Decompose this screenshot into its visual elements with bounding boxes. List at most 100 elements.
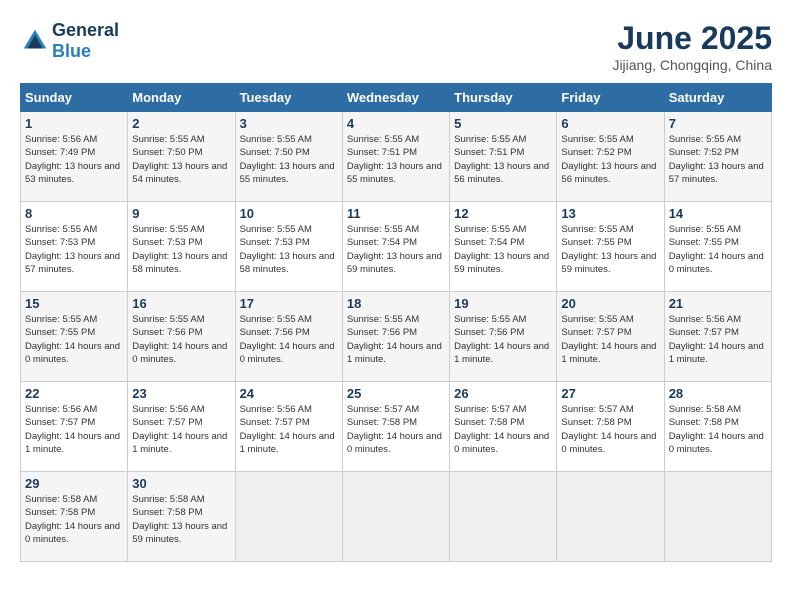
calendar-cell: 8 Sunrise: 5:55 AM Sunset: 7:53 PM Dayli… bbox=[21, 202, 128, 292]
day-info: Sunrise: 5:55 AM Sunset: 7:56 PM Dayligh… bbox=[132, 313, 230, 366]
day-number: 2 bbox=[132, 116, 230, 131]
month-title: June 2025 bbox=[612, 20, 772, 57]
day-number: 30 bbox=[132, 476, 230, 491]
day-number: 18 bbox=[347, 296, 445, 311]
day-info: Sunrise: 5:56 AM Sunset: 7:57 PM Dayligh… bbox=[669, 313, 767, 366]
day-info: Sunrise: 5:55 AM Sunset: 7:56 PM Dayligh… bbox=[240, 313, 338, 366]
day-number: 8 bbox=[25, 206, 123, 221]
day-number: 7 bbox=[669, 116, 767, 131]
logo-icon bbox=[20, 26, 50, 56]
header-sunday: Sunday bbox=[21, 84, 128, 112]
calendar-cell: 25 Sunrise: 5:57 AM Sunset: 7:58 PM Dayl… bbox=[342, 382, 449, 472]
calendar-cell bbox=[235, 472, 342, 562]
logo-general-text: General bbox=[52, 20, 119, 40]
day-number: 12 bbox=[454, 206, 552, 221]
calendar-cell: 19 Sunrise: 5:55 AM Sunset: 7:56 PM Dayl… bbox=[450, 292, 557, 382]
header-monday: Monday bbox=[128, 84, 235, 112]
calendar-body: 1 Sunrise: 5:56 AM Sunset: 7:49 PM Dayli… bbox=[21, 112, 772, 562]
calendar-cell: 20 Sunrise: 5:55 AM Sunset: 7:57 PM Dayl… bbox=[557, 292, 664, 382]
calendar-cell: 9 Sunrise: 5:55 AM Sunset: 7:53 PM Dayli… bbox=[128, 202, 235, 292]
day-info: Sunrise: 5:55 AM Sunset: 7:53 PM Dayligh… bbox=[132, 223, 230, 276]
calendar-cell: 30 Sunrise: 5:58 AM Sunset: 7:58 PM Dayl… bbox=[128, 472, 235, 562]
day-number: 13 bbox=[561, 206, 659, 221]
day-info: Sunrise: 5:58 AM Sunset: 7:58 PM Dayligh… bbox=[132, 493, 230, 546]
day-info: Sunrise: 5:57 AM Sunset: 7:58 PM Dayligh… bbox=[561, 403, 659, 456]
day-number: 15 bbox=[25, 296, 123, 311]
day-info: Sunrise: 5:55 AM Sunset: 7:50 PM Dayligh… bbox=[132, 133, 230, 186]
header-wednesday: Wednesday bbox=[342, 84, 449, 112]
day-number: 28 bbox=[669, 386, 767, 401]
calendar-cell: 14 Sunrise: 5:55 AM Sunset: 7:55 PM Dayl… bbox=[664, 202, 771, 292]
day-info: Sunrise: 5:58 AM Sunset: 7:58 PM Dayligh… bbox=[669, 403, 767, 456]
day-number: 20 bbox=[561, 296, 659, 311]
calendar-cell: 13 Sunrise: 5:55 AM Sunset: 7:55 PM Dayl… bbox=[557, 202, 664, 292]
calendar-cell: 26 Sunrise: 5:57 AM Sunset: 7:58 PM Dayl… bbox=[450, 382, 557, 472]
calendar-week-row: 29 Sunrise: 5:58 AM Sunset: 7:58 PM Dayl… bbox=[21, 472, 772, 562]
calendar-cell: 12 Sunrise: 5:55 AM Sunset: 7:54 PM Dayl… bbox=[450, 202, 557, 292]
location-title: Jijiang, Chongqing, China bbox=[612, 57, 772, 73]
day-number: 6 bbox=[561, 116, 659, 131]
day-number: 16 bbox=[132, 296, 230, 311]
day-info: Sunrise: 5:55 AM Sunset: 7:51 PM Dayligh… bbox=[347, 133, 445, 186]
calendar-cell: 3 Sunrise: 5:55 AM Sunset: 7:50 PM Dayli… bbox=[235, 112, 342, 202]
calendar-cell: 4 Sunrise: 5:55 AM Sunset: 7:51 PM Dayli… bbox=[342, 112, 449, 202]
day-info: Sunrise: 5:56 AM Sunset: 7:57 PM Dayligh… bbox=[132, 403, 230, 456]
day-info: Sunrise: 5:55 AM Sunset: 7:52 PM Dayligh… bbox=[561, 133, 659, 186]
header-saturday: Saturday bbox=[664, 84, 771, 112]
day-info: Sunrise: 5:55 AM Sunset: 7:51 PM Dayligh… bbox=[454, 133, 552, 186]
calendar-cell: 7 Sunrise: 5:55 AM Sunset: 7:52 PM Dayli… bbox=[664, 112, 771, 202]
day-info: Sunrise: 5:55 AM Sunset: 7:52 PM Dayligh… bbox=[669, 133, 767, 186]
day-info: Sunrise: 5:55 AM Sunset: 7:57 PM Dayligh… bbox=[561, 313, 659, 366]
title-area: June 2025 Jijiang, Chongqing, China bbox=[612, 20, 772, 73]
calendar-cell: 16 Sunrise: 5:55 AM Sunset: 7:56 PM Dayl… bbox=[128, 292, 235, 382]
day-number: 26 bbox=[454, 386, 552, 401]
day-info: Sunrise: 5:57 AM Sunset: 7:58 PM Dayligh… bbox=[454, 403, 552, 456]
day-number: 29 bbox=[25, 476, 123, 491]
calendar-week-row: 8 Sunrise: 5:55 AM Sunset: 7:53 PM Dayli… bbox=[21, 202, 772, 292]
day-info: Sunrise: 5:55 AM Sunset: 7:54 PM Dayligh… bbox=[454, 223, 552, 276]
day-number: 5 bbox=[454, 116, 552, 131]
header-friday: Friday bbox=[557, 84, 664, 112]
day-info: Sunrise: 5:58 AM Sunset: 7:58 PM Dayligh… bbox=[25, 493, 123, 546]
calendar-cell: 18 Sunrise: 5:55 AM Sunset: 7:56 PM Dayl… bbox=[342, 292, 449, 382]
day-number: 23 bbox=[132, 386, 230, 401]
calendar-table: Sunday Monday Tuesday Wednesday Thursday… bbox=[20, 83, 772, 562]
header-thursday: Thursday bbox=[450, 84, 557, 112]
calendar-cell bbox=[557, 472, 664, 562]
calendar-week-row: 22 Sunrise: 5:56 AM Sunset: 7:57 PM Dayl… bbox=[21, 382, 772, 472]
calendar-cell bbox=[342, 472, 449, 562]
day-info: Sunrise: 5:55 AM Sunset: 7:55 PM Dayligh… bbox=[669, 223, 767, 276]
calendar-cell: 28 Sunrise: 5:58 AM Sunset: 7:58 PM Dayl… bbox=[664, 382, 771, 472]
calendar-week-row: 1 Sunrise: 5:56 AM Sunset: 7:49 PM Dayli… bbox=[21, 112, 772, 202]
calendar-cell bbox=[450, 472, 557, 562]
day-number: 17 bbox=[240, 296, 338, 311]
day-info: Sunrise: 5:55 AM Sunset: 7:55 PM Dayligh… bbox=[25, 313, 123, 366]
day-info: Sunrise: 5:55 AM Sunset: 7:55 PM Dayligh… bbox=[561, 223, 659, 276]
calendar-week-row: 15 Sunrise: 5:55 AM Sunset: 7:55 PM Dayl… bbox=[21, 292, 772, 382]
calendar-cell: 17 Sunrise: 5:55 AM Sunset: 7:56 PM Dayl… bbox=[235, 292, 342, 382]
day-number: 25 bbox=[347, 386, 445, 401]
weekday-header-row: Sunday Monday Tuesday Wednesday Thursday… bbox=[21, 84, 772, 112]
calendar-cell: 6 Sunrise: 5:55 AM Sunset: 7:52 PM Dayli… bbox=[557, 112, 664, 202]
day-number: 3 bbox=[240, 116, 338, 131]
logo-blue-text: Blue bbox=[52, 41, 91, 61]
calendar-cell: 23 Sunrise: 5:56 AM Sunset: 7:57 PM Dayl… bbox=[128, 382, 235, 472]
day-info: Sunrise: 5:55 AM Sunset: 7:56 PM Dayligh… bbox=[347, 313, 445, 366]
day-number: 21 bbox=[669, 296, 767, 311]
calendar-cell: 22 Sunrise: 5:56 AM Sunset: 7:57 PM Dayl… bbox=[21, 382, 128, 472]
day-info: Sunrise: 5:57 AM Sunset: 7:58 PM Dayligh… bbox=[347, 403, 445, 456]
calendar-cell: 10 Sunrise: 5:55 AM Sunset: 7:53 PM Dayl… bbox=[235, 202, 342, 292]
calendar-cell: 27 Sunrise: 5:57 AM Sunset: 7:58 PM Dayl… bbox=[557, 382, 664, 472]
day-number: 10 bbox=[240, 206, 338, 221]
logo: General Blue bbox=[20, 20, 119, 62]
calendar-cell: 5 Sunrise: 5:55 AM Sunset: 7:51 PM Dayli… bbox=[450, 112, 557, 202]
calendar-cell: 21 Sunrise: 5:56 AM Sunset: 7:57 PM Dayl… bbox=[664, 292, 771, 382]
calendar-cell: 24 Sunrise: 5:56 AM Sunset: 7:57 PM Dayl… bbox=[235, 382, 342, 472]
calendar-cell: 29 Sunrise: 5:58 AM Sunset: 7:58 PM Dayl… bbox=[21, 472, 128, 562]
day-info: Sunrise: 5:55 AM Sunset: 7:53 PM Dayligh… bbox=[240, 223, 338, 276]
day-number: 27 bbox=[561, 386, 659, 401]
day-number: 24 bbox=[240, 386, 338, 401]
day-number: 9 bbox=[132, 206, 230, 221]
day-info: Sunrise: 5:55 AM Sunset: 7:56 PM Dayligh… bbox=[454, 313, 552, 366]
day-info: Sunrise: 5:56 AM Sunset: 7:57 PM Dayligh… bbox=[240, 403, 338, 456]
